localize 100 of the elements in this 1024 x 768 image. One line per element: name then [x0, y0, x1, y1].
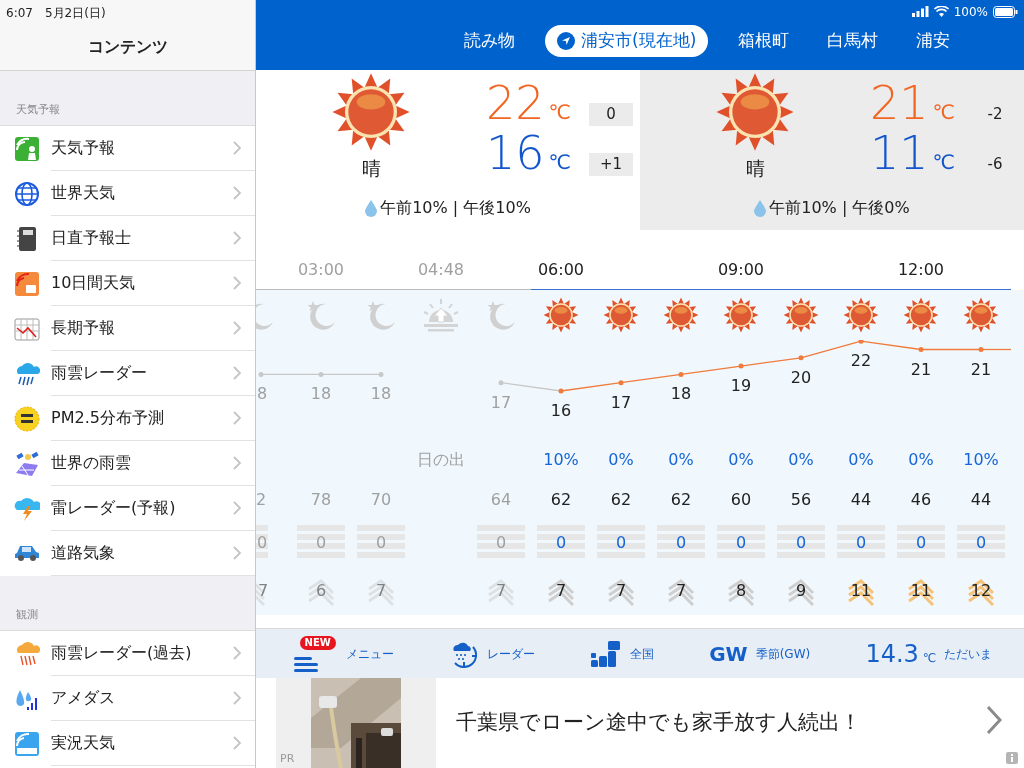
- location-tab[interactable]: 読み物: [456, 25, 523, 57]
- temperature-difference: -2: [986, 104, 1004, 125]
- rainfall-cell: 0: [597, 525, 645, 561]
- toolbar-item[interactable]: 14.3 ℃ ただいま: [865, 635, 993, 672]
- chevron-icon: [986, 705, 1002, 735]
- rainfall-cell: 0: [357, 525, 405, 561]
- sun-icon: [602, 296, 640, 334]
- humidity-value: 62: [670, 489, 692, 511]
- sun-icon: [722, 296, 760, 334]
- battery-level: 100%: [953, 3, 988, 21]
- temperature-label: 19: [730, 376, 752, 396]
- location-tab[interactable]: 白馬村: [819, 25, 887, 57]
- status-date: 5月2日(日): [44, 5, 106, 22]
- calendar-chart-icon: [14, 315, 40, 342]
- item-label: 実況天気: [51, 732, 116, 754]
- item-label: 雨雲レーダー(過去): [51, 642, 193, 664]
- precipitation-chance: 0%: [908, 449, 934, 471]
- item-label: 世界天気: [51, 182, 116, 204]
- season-mark: GW: [709, 640, 748, 668]
- ad-tag: PR: [280, 750, 295, 767]
- rainfall-cell: 0: [657, 525, 705, 561]
- dust-icon: [14, 405, 40, 432]
- temperature-label: 8: [257, 384, 268, 404]
- precipitation-chance: 0%: [728, 449, 754, 471]
- chevron-icon: [233, 141, 241, 155]
- toolbar-item[interactable]: NEW メニュー: [293, 635, 394, 672]
- humidity-value: 62: [550, 489, 572, 511]
- item-label: PM2.5分布予測: [51, 407, 165, 429]
- ad-banner[interactable]: PR 千葉県でローン途中でも家手放す人続出！: [256, 678, 1024, 768]
- precipitation-chance: 10%: [543, 449, 579, 471]
- chevron-icon: [233, 456, 241, 470]
- chevron-icon: [233, 691, 241, 705]
- sun-icon: [962, 296, 1000, 334]
- hour-time: 04:48: [417, 258, 465, 281]
- precipitation-chance: 0%: [788, 449, 814, 471]
- sun-icon: [782, 296, 820, 334]
- menu-icon: [293, 655, 318, 672]
- humidity-value: 46: [910, 489, 932, 511]
- low-temperature: 11: [870, 130, 929, 176]
- chevron-icon: [233, 186, 241, 200]
- humidity-value: 44: [970, 489, 992, 511]
- section-heading: 天気予報: [16, 101, 60, 118]
- precipitation-chance: 午前10% | 午後10%: [380, 197, 531, 219]
- toolbar-item[interactable]: GW 季節(GW): [709, 638, 811, 669]
- battery-icon: [993, 5, 1018, 18]
- rainfall-cell: 0: [837, 525, 885, 561]
- hour-time: 03:00: [297, 258, 345, 281]
- chevron-icon: [233, 411, 241, 425]
- location-tab[interactable]: 浦安: [908, 25, 959, 57]
- sidebar-title: コンテンツ: [86, 36, 169, 58]
- forecaster-icon: [14, 135, 40, 162]
- chevron-icon: [233, 646, 241, 660]
- temperature-label: 17: [610, 392, 632, 412]
- raindrop-icon: [754, 199, 767, 217]
- humidity-value: 64: [490, 489, 512, 511]
- car-icon: [14, 545, 40, 562]
- info-icon: [1006, 752, 1018, 764]
- temperature-label: 18: [670, 384, 692, 404]
- humidity-value: 56: [790, 489, 812, 511]
- precipitation-chance: 0%: [668, 449, 694, 471]
- temperature-label: 20: [790, 367, 812, 387]
- humidity-value: 2: [256, 489, 267, 511]
- item-label: 道路気象: [51, 542, 116, 564]
- item-label: 長期予報: [51, 317, 116, 339]
- temperature-unit: ℃: [932, 149, 955, 176]
- location-tab[interactable]: 箱根町: [730, 25, 798, 57]
- rainfall-cell: 0: [897, 525, 945, 561]
- rain-cloud-icon: [14, 640, 40, 667]
- toolbar-item[interactable]: レーダー: [448, 638, 535, 669]
- current-temperature: 14.3: [865, 638, 919, 670]
- precipitation-chance: 0%: [848, 449, 874, 471]
- rainfall-cell: 0: [537, 525, 585, 561]
- sun-icon: [902, 296, 940, 334]
- status-time: 6:07: [6, 5, 33, 22]
- toolbar-item[interactable]: 全国: [590, 638, 654, 669]
- rainfall-cell: 0: [777, 525, 825, 561]
- temperature-label: 18: [370, 384, 392, 404]
- rainfall-cell: 0: [297, 525, 345, 561]
- temperature-unit: ℃: [932, 99, 955, 126]
- map-blocks-icon: [590, 638, 622, 669]
- temperature-difference: -6: [986, 154, 1004, 175]
- wave-square-icon: [14, 270, 40, 297]
- item-label: 天気予報: [51, 137, 116, 159]
- live-wave-icon: [14, 730, 40, 757]
- temperature-unit: ℃: [548, 149, 571, 176]
- sun-icon: [842, 296, 880, 334]
- toolbar-label: レーダー: [486, 645, 535, 663]
- toolbar-label: メニュー: [345, 645, 394, 663]
- toolbar-label: ただいま: [944, 645, 993, 663]
- location-tab[interactable]: 浦安市(現在地): [545, 25, 709, 57]
- item-label: 雷レーダー(予報): [51, 497, 177, 519]
- rainfall-cell: 0: [957, 525, 1005, 561]
- rainfall-cell: 0: [256, 525, 268, 561]
- humidity-value: 78: [310, 489, 332, 511]
- temperature-label: 21: [970, 359, 992, 379]
- rain-cloud-icon: [14, 360, 40, 387]
- item-label: 世界の雨雲: [51, 452, 132, 474]
- temperature-difference: 0: [589, 103, 633, 126]
- temperature-difference: +1: [589, 153, 633, 176]
- chevron-icon: [233, 546, 241, 560]
